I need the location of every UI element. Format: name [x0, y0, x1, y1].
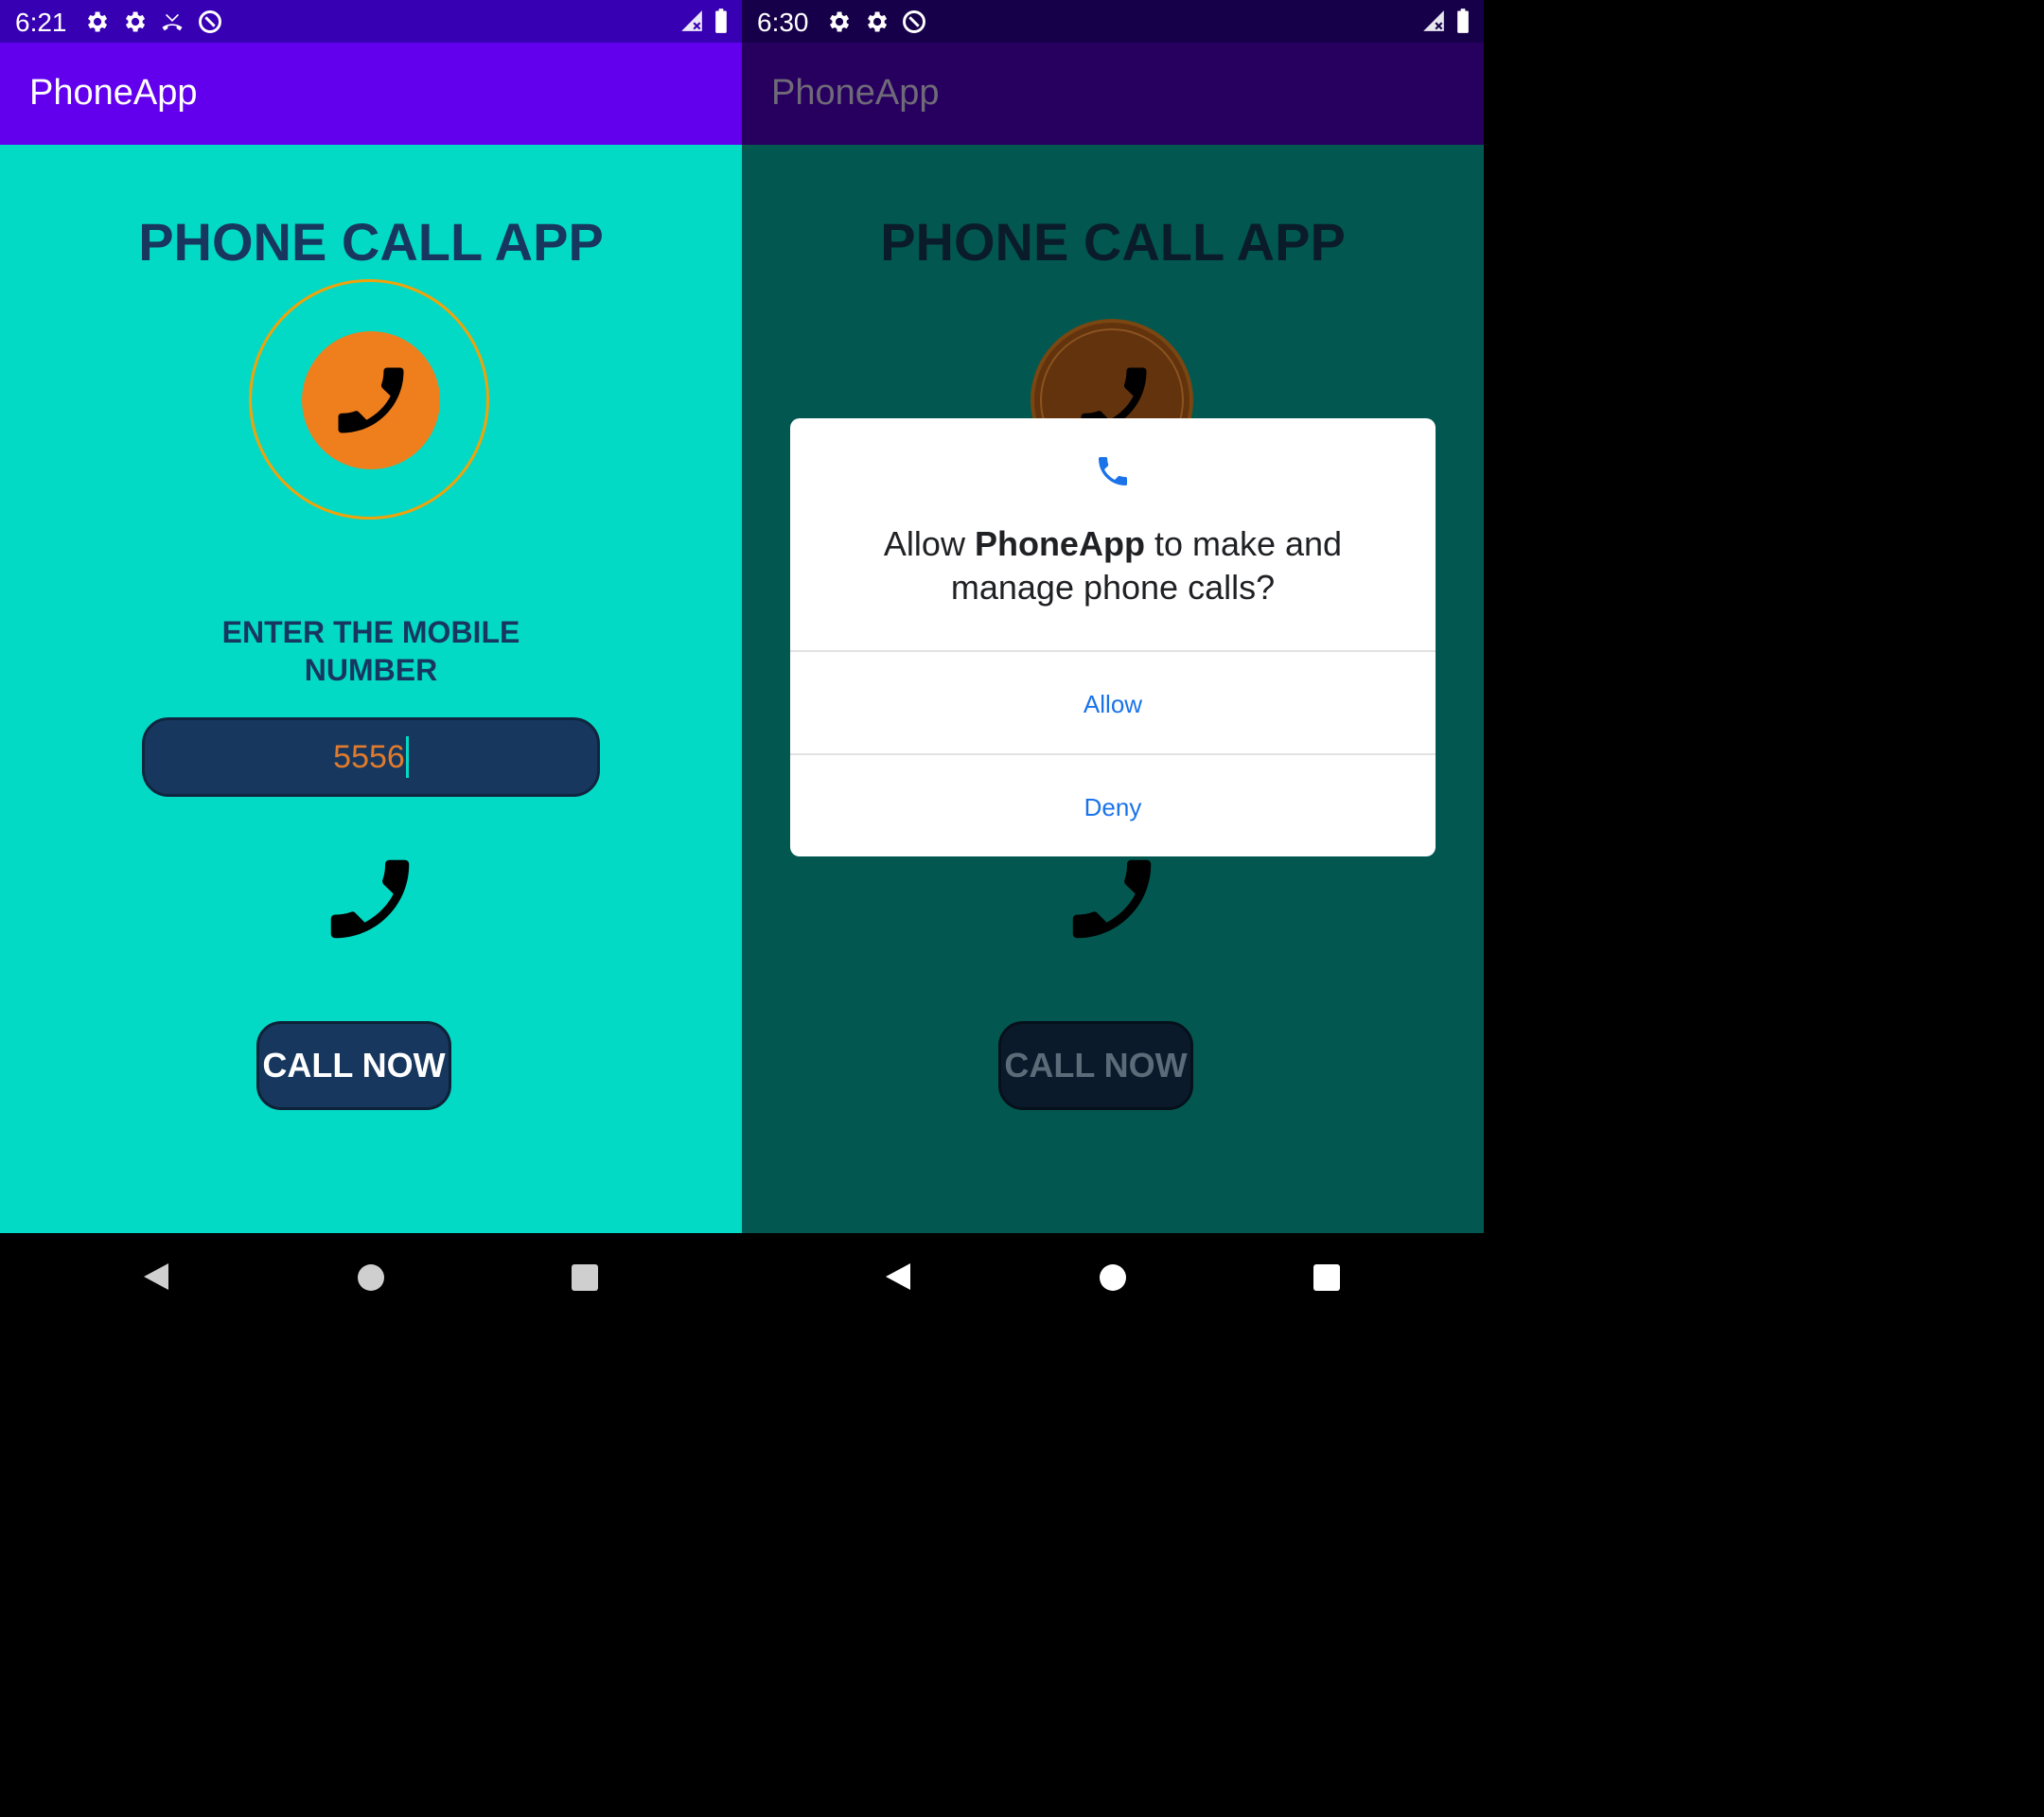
status-time: 6:21 — [15, 8, 67, 37]
settings-icon — [868, 11, 888, 32]
allow-button[interactable]: Allow — [790, 654, 1436, 754]
status-right — [1421, 8, 1471, 34]
battery-icon — [715, 9, 727, 33]
dialog-message-prefix: Allow — [883, 524, 975, 563]
main-content: PHONE CALL APP CALL NOW Allow PhoneApp t… — [742, 145, 1484, 1233]
page-title: PHONE CALL APP — [880, 212, 1346, 272]
recents-icon[interactable] — [572, 1264, 598, 1291]
navigation-bar — [742, 1233, 1484, 1319]
screens: 6:21 PhoneApp PHONE CALL APP ENTER THE M… — [0, 0, 1484, 1319]
app-bar: PhoneApp — [0, 43, 742, 145]
phone-icon — [1072, 859, 1152, 939]
phone-icon[interactable] — [318, 847, 422, 951]
recents-icon[interactable] — [1313, 1264, 1340, 1291]
phone-logo — [302, 331, 440, 469]
call-now-button[interactable]: CALL NOW — [256, 1021, 451, 1110]
missed-call-icon — [162, 13, 183, 31]
status-bar: 6:30 — [742, 0, 1484, 43]
signal-icon — [1423, 10, 1444, 31]
text-caret — [405, 736, 409, 778]
phone-icon — [1099, 457, 1127, 485]
sync-icon — [903, 10, 925, 33]
dialog-divider — [790, 650, 1436, 652]
home-icon[interactable] — [358, 1264, 384, 1291]
main-content: PHONE CALL APP ENTER THE MOBILE NUMBER 5… — [0, 145, 742, 1233]
status-bar: 6:21 — [0, 0, 742, 43]
mobile-number-input[interactable]: 5556 — [142, 717, 600, 797]
right-screen: 6:30 PhoneApp PHONE CALL APP CALL NOW Al… — [742, 0, 1484, 1319]
dialog-app-name: PhoneApp — [974, 524, 1145, 563]
battery-icon — [1457, 9, 1469, 33]
number-label-line2: NUMBER — [304, 653, 438, 687]
phone-icon — [338, 367, 404, 433]
home-icon[interactable] — [1100, 1264, 1126, 1291]
signal-icon — [681, 10, 702, 31]
app-bar: PhoneApp — [742, 43, 1484, 145]
deny-button[interactable]: Deny — [790, 757, 1436, 856]
app-title: PhoneApp — [771, 73, 940, 113]
status-icons — [825, 9, 927, 35]
settings-icon — [830, 11, 850, 32]
left-screen: 6:21 PhoneApp PHONE CALL APP ENTER THE M… — [0, 0, 742, 1319]
number-label-line1: ENTER THE MOBILE — [221, 615, 520, 649]
sync-icon — [199, 10, 221, 33]
navigation-bar — [0, 1233, 742, 1319]
call-now-button: CALL NOW — [998, 1021, 1193, 1110]
settings-icon — [88, 11, 108, 32]
status-right — [679, 8, 729, 34]
settings-icon — [126, 11, 146, 32]
dialog-message: Allow PhoneApp to make and manage phone … — [828, 522, 1398, 609]
status-icons — [83, 9, 223, 35]
page-title: PHONE CALL APP — [138, 212, 604, 272]
back-icon[interactable] — [142, 1261, 170, 1292]
mobile-number-value: 5556 — [333, 738, 405, 775]
status-time: 6:30 — [757, 8, 809, 37]
permission-dialog: Allow PhoneApp to make and manage phone … — [790, 418, 1436, 856]
back-icon[interactable] — [884, 1261, 912, 1292]
app-title: PhoneApp — [29, 73, 198, 113]
dialog-divider — [790, 753, 1436, 755]
number-label: ENTER THE MOBILE NUMBER — [0, 613, 742, 689]
